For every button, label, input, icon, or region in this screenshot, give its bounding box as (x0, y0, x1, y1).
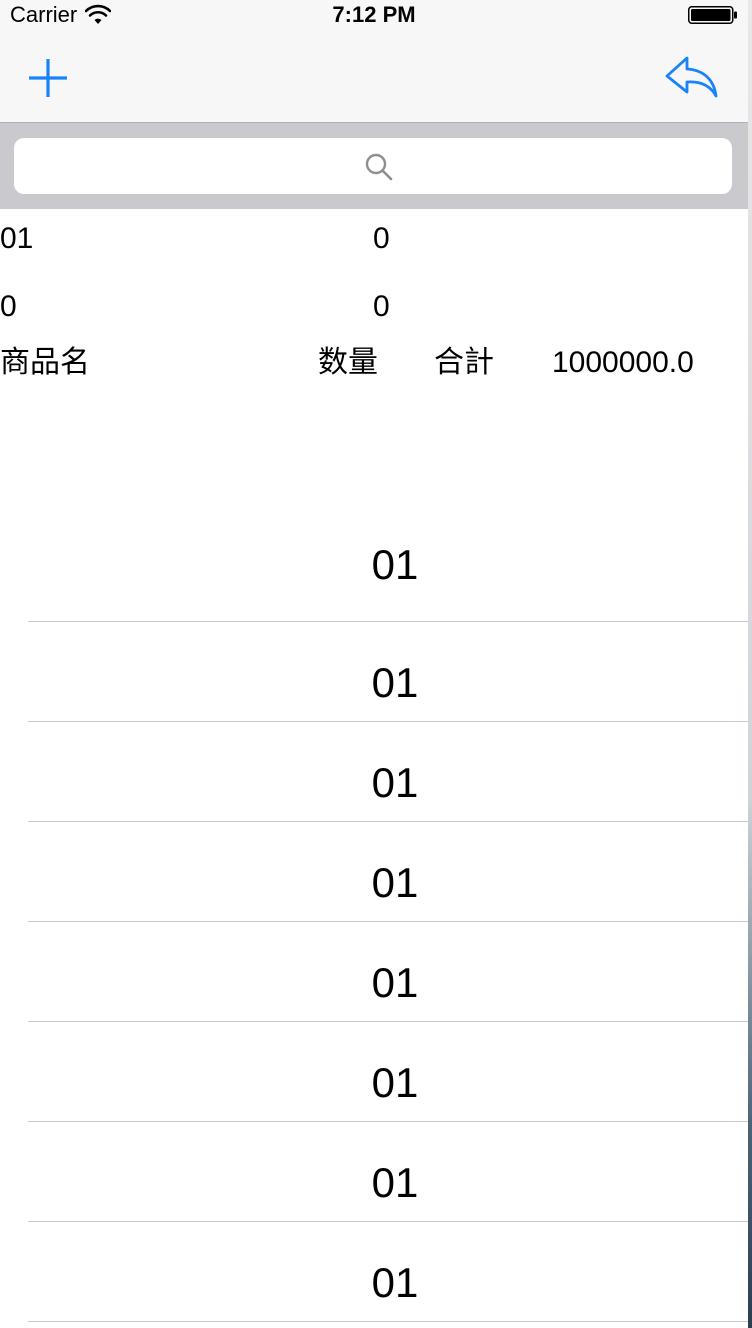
product-name-header: 商品名 (0, 346, 90, 379)
list-item[interactable]: 01 (0, 622, 748, 722)
battery-icon (688, 6, 737, 24)
reply-icon[interactable] (664, 54, 720, 100)
list-item-label: 01 (371, 1259, 419, 1306)
search-icon (365, 153, 393, 181)
list-item-label: 01 (371, 859, 419, 906)
list-item[interactable]: 01 (0, 522, 748, 622)
list-item[interactable]: 01 (0, 722, 748, 822)
list-item-label: 01 (371, 659, 419, 706)
list-item[interactable]: 01 (0, 1022, 748, 1122)
list-item-label: 01 (371, 541, 419, 588)
navigation-bar (0, 40, 748, 123)
info-row2-right: 0 (373, 290, 390, 323)
info-row1-right: 0 (373, 222, 390, 255)
list-item[interactable]: 01 (0, 1122, 748, 1222)
app-screen: Carrier 7:12 PM 01 0 0 0 商品名 数量 合計 10000… (0, 0, 752, 1328)
status-time: 7:12 PM (332, 2, 416, 27)
search-bar (0, 123, 748, 209)
status-bar: Carrier 7:12 PM (0, 0, 748, 40)
quantity-header: 数量 (318, 346, 378, 379)
search-input[interactable] (14, 138, 732, 194)
info-row1-left: 01 (0, 222, 34, 255)
list-separator (28, 1321, 748, 1322)
list-item[interactable]: 01 (0, 1222, 748, 1322)
list-item[interactable]: 01 (0, 922, 748, 1022)
list-item-label: 01 (371, 1059, 419, 1106)
info-row2-left: 0 (0, 290, 17, 323)
list-item-label: 01 (371, 959, 419, 1006)
list-item-label: 01 (371, 759, 419, 806)
list-item[interactable]: 01 (0, 822, 748, 922)
plus-icon[interactable] (26, 56, 70, 100)
total-header: 合計 (434, 346, 494, 379)
total-value: 1000000.0 (552, 346, 694, 379)
item-list: 01 01 01 01 01 01 01 01 (0, 522, 748, 1322)
desktop-edge (748, 0, 752, 1328)
list-item-label: 01 (371, 1159, 419, 1206)
